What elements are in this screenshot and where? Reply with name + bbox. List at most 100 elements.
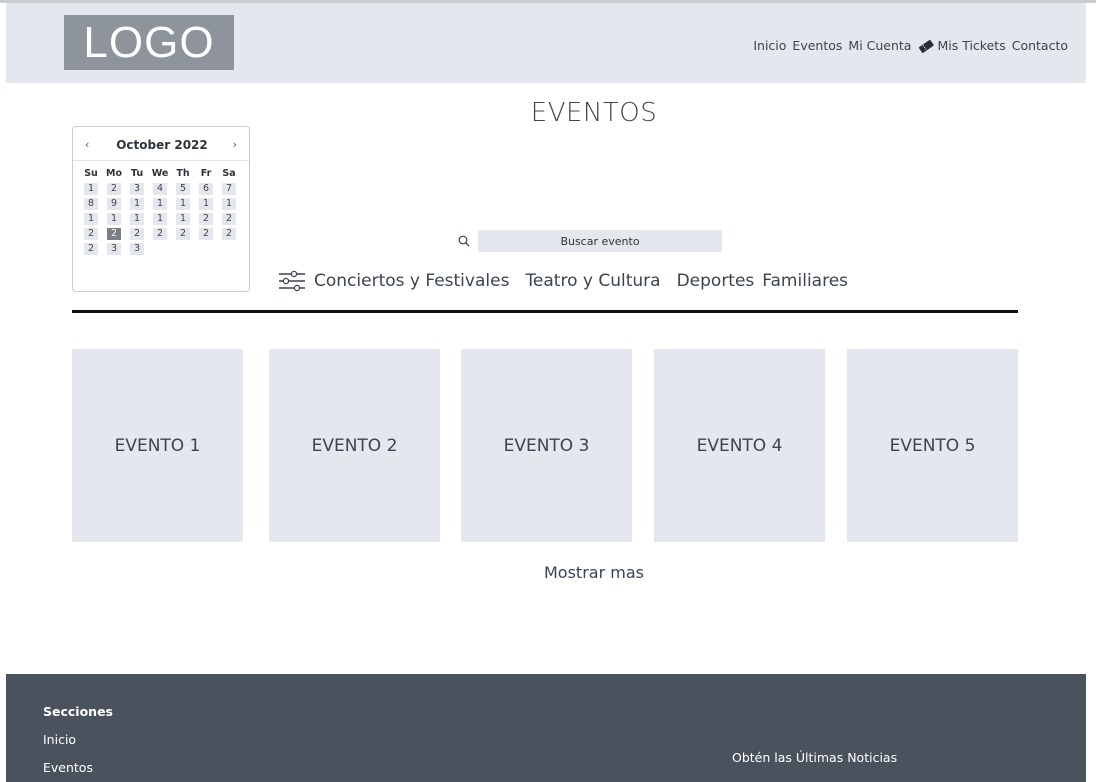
calendar-cell: 2	[150, 228, 170, 240]
nav-link-inicio[interactable]: Inicio	[753, 38, 786, 53]
calendar-day[interactable]: 2	[107, 183, 121, 195]
event-card-5[interactable]: EVENTO 5	[847, 349, 1018, 542]
calendar-cell: 1	[173, 213, 193, 225]
calendar-day[interactable]: 2	[84, 228, 98, 240]
event-card-label: EVENTO 3	[503, 435, 590, 456]
calendar-cell: 2	[127, 228, 147, 240]
nav-link-mis-tickets[interactable]: Mis Tickets	[917, 38, 1006, 53]
footer-link-inicio[interactable]: Inicio	[43, 732, 76, 747]
calendar-cell: 1	[150, 213, 170, 225]
calendar-day[interactable]: 1	[222, 198, 236, 210]
calendar-day[interactable]: 1	[153, 213, 167, 225]
calendar-divider	[73, 160, 249, 161]
footer-link-eventos[interactable]: Eventos	[43, 760, 93, 775]
weekday-header: Su	[84, 168, 98, 179]
calendar-day[interactable]: 3	[130, 243, 144, 255]
calendar-cell: 2	[196, 213, 216, 225]
calendar-day[interactable]: 1	[199, 198, 213, 210]
event-card-2[interactable]: EVENTO 2	[269, 349, 440, 542]
calendar-day[interactable]: 2	[130, 228, 144, 240]
category-familiares[interactable]: Familiares	[762, 271, 848, 291]
event-card-label: EVENTO 5	[889, 435, 976, 456]
calendar-cell: 2	[81, 243, 101, 255]
site-header: LOGO Inicio Eventos Mi Cuenta Mis Ticket…	[6, 3, 1086, 83]
calendar-day[interactable]: 1	[176, 198, 190, 210]
calendar-day[interactable]: 4	[153, 183, 167, 195]
logo[interactable]: LOGO	[64, 15, 234, 70]
event-card-label: EVENTO 2	[311, 435, 398, 456]
calendar-day[interactable]: 7	[222, 183, 236, 195]
calendar-day[interactable]: 6	[199, 183, 213, 195]
calendar-day[interactable]: 1	[84, 183, 98, 195]
calendar-day[interactable]: 1	[107, 213, 121, 225]
category-filter-bar: Conciertos y Festivales Teatro y Cultura…	[278, 270, 848, 292]
calendar-cell: 8	[81, 198, 101, 210]
calendar-grid: Su Mo Tu We Th Fr Sa 1 2 3 4 5 6 7 8 9 1 1 1 1 1 1 1 1 1 1 2 2 2 2 2 2 2…	[81, 167, 247, 255]
page-title: EVENTOS	[530, 98, 658, 128]
calendar-cell: 7	[219, 183, 239, 195]
weekday-header: Mo	[106, 168, 122, 179]
show-more-link[interactable]: Mostrar mas	[494, 563, 694, 582]
filter-icon[interactable]	[278, 270, 306, 292]
weekday-header: Sa	[222, 168, 236, 179]
calendar-day[interactable]: 3	[107, 243, 121, 255]
event-card-3[interactable]: EVENTO 3	[461, 349, 632, 542]
weekday-header: Tu	[130, 168, 144, 179]
nav-link-mi-cuenta[interactable]: Mi Cuenta	[848, 38, 911, 53]
calendar-cell: 2	[219, 228, 239, 240]
next-month-button[interactable]: ›	[233, 135, 237, 155]
calendar-cell: 3	[127, 243, 147, 255]
date-picker: ‹ October 2022 › Su Mo Tu We Th Fr Sa 1 2 3 4 5 6 7 8 9…	[72, 126, 250, 292]
calendar-day[interactable]: 9	[107, 198, 121, 210]
calendar-cell: 1	[150, 198, 170, 210]
event-card-label: EVENTO 1	[114, 435, 201, 456]
calendar-day[interactable]: 2	[84, 243, 98, 255]
calendar-cell: 9	[104, 198, 124, 210]
calendar-day[interactable]: 1	[130, 213, 144, 225]
calendar-day-selected[interactable]: 2	[107, 228, 121, 240]
calendar-day[interactable]: 1	[84, 213, 98, 225]
calendar-day[interactable]: 3	[130, 183, 144, 195]
calendar-day[interactable]: 1	[176, 213, 190, 225]
category-teatro[interactable]: Teatro y Cultura	[525, 271, 660, 291]
weekday-header: Th	[176, 168, 190, 179]
calendar-day[interactable]: 2	[222, 213, 236, 225]
event-grid: EVENTO 1 EVENTO 2 EVENTO 3 EVENTO 4 EVEN…	[72, 349, 1018, 542]
nav-link-contacto[interactable]: Contacto	[1012, 38, 1068, 53]
calendar-cell: 1	[81, 213, 101, 225]
calendar-cell: 2	[104, 183, 124, 195]
nav-link-label: Mis Tickets	[937, 38, 1006, 53]
event-card-1[interactable]: EVENTO 1	[72, 349, 243, 542]
main-nav: Inicio Eventos Mi Cuenta Mis Tickets Con…	[753, 38, 1068, 53]
calendar-cell: 2	[104, 228, 124, 240]
search-input[interactable]	[478, 230, 722, 252]
calendar-day[interactable]: 2	[199, 228, 213, 240]
calendar-day[interactable]: 2	[153, 228, 167, 240]
calendar-day[interactable]: 2	[222, 228, 236, 240]
weekday-header: Fr	[200, 168, 212, 179]
category-deportes[interactable]: Deportes	[677, 271, 755, 291]
calendar-cell: 3	[127, 183, 147, 195]
calendar-cell: 2	[219, 213, 239, 225]
calendar-day[interactable]: 1	[153, 198, 167, 210]
calendar-cell: 1	[127, 198, 147, 210]
weekday-header: We	[151, 168, 169, 179]
calendar-cell: 5	[173, 183, 193, 195]
calendar-day[interactable]: 8	[84, 198, 98, 210]
calendar-day[interactable]: 2	[199, 213, 213, 225]
nav-link-eventos[interactable]: Eventos	[792, 38, 842, 53]
calendar-cell: 1	[104, 213, 124, 225]
calendar-cell: 2	[196, 228, 216, 240]
event-card-4[interactable]: EVENTO 4	[654, 349, 825, 542]
calendar-cell: 4	[150, 183, 170, 195]
newsletter-heading: Obtén las Últimas Noticias	[732, 750, 898, 765]
calendar-cell: 1	[196, 198, 216, 210]
section-divider	[72, 310, 1018, 313]
calendar-day[interactable]: 2	[176, 228, 190, 240]
calendar-day[interactable]: 5	[176, 183, 190, 195]
ticket-icon	[919, 39, 935, 53]
calendar-day[interactable]: 1	[130, 198, 144, 210]
category-conciertos[interactable]: Conciertos y Festivales	[314, 271, 509, 291]
search-bar	[458, 230, 722, 252]
calendar-cell: 6	[196, 183, 216, 195]
